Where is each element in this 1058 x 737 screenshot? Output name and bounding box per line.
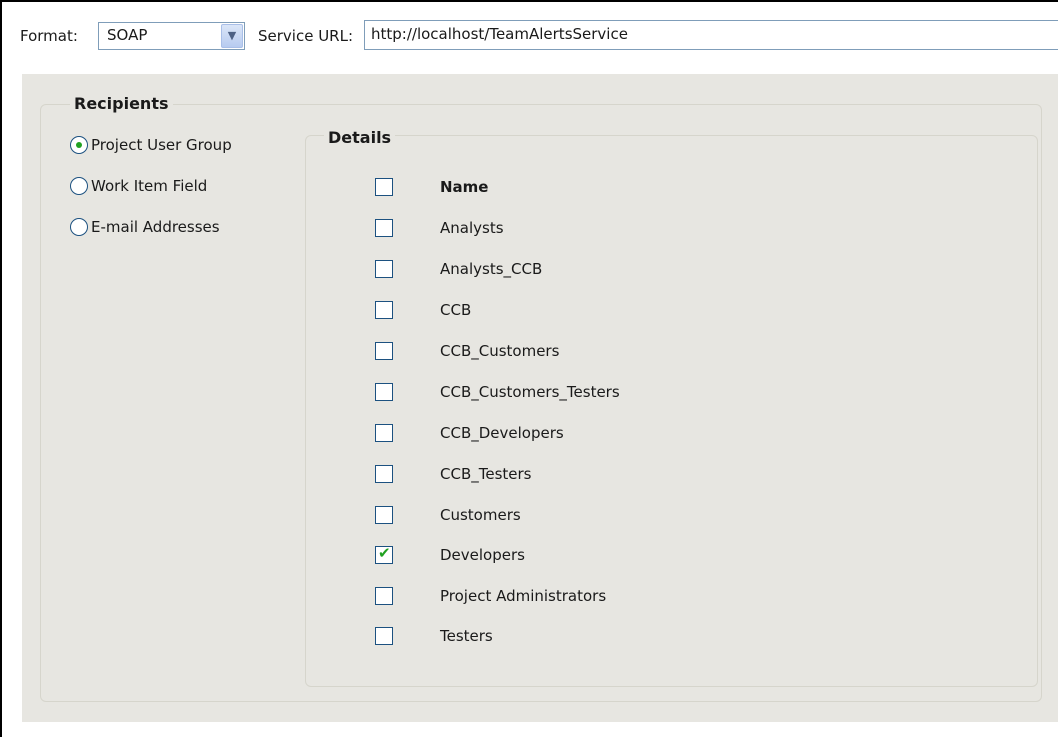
select-all-checkbox[interactable] — [375, 178, 393, 196]
item-label: CCB_Customers — [440, 342, 560, 360]
item-checkbox[interactable] — [375, 219, 393, 237]
item-label: Analysts — [440, 219, 504, 237]
item-label: Analysts_CCB — [440, 260, 543, 278]
radio-label: Work Item Field — [91, 177, 208, 195]
item-label: CCB_Customers_Testers — [440, 383, 620, 401]
list-item[interactable]: CCB_Developers — [375, 424, 564, 442]
service-url-value: http://localhost/TeamAlertsService — [371, 25, 628, 43]
format-label: Format: — [20, 27, 78, 45]
chevron-down-icon[interactable]: ▼ — [221, 24, 243, 48]
item-checkbox[interactable] — [375, 383, 393, 401]
list-item[interactable]: Testers — [375, 627, 493, 645]
alert-settings-window: Format: SOAP ▼ Service URL: http://local… — [0, 0, 1058, 737]
radio-button[interactable] — [70, 177, 88, 195]
item-checkbox[interactable] — [375, 506, 393, 524]
item-checkbox-checked[interactable]: ✔ — [375, 544, 393, 564]
list-item[interactable]: Customers — [375, 506, 521, 524]
item-label: Developers — [440, 546, 525, 564]
service-url-label: Service URL: — [258, 27, 354, 45]
list-item[interactable]: Project Administrators — [375, 587, 606, 605]
list-item[interactable]: CCB — [375, 301, 471, 319]
list-item[interactable]: Analysts — [375, 219, 504, 237]
radio-work-item-field[interactable]: Work Item Field — [70, 177, 207, 195]
list-item[interactable]: Analysts_CCB — [375, 260, 542, 278]
item-label: Customers — [440, 506, 521, 524]
item-label: Project Administrators — [440, 587, 607, 605]
list-item[interactable]: CCB_Customers — [375, 342, 559, 360]
select-all-row[interactable]: Name — [375, 178, 488, 196]
name-column-header: Name — [440, 178, 489, 196]
main-panel: Recipients Project User Group Work Item … — [22, 74, 1058, 722]
item-checkbox[interactable] — [375, 465, 393, 483]
checkmark-icon: ✔ — [378, 544, 391, 562]
list-item[interactable]: CCB_Testers — [375, 465, 532, 483]
item-checkbox[interactable] — [375, 627, 393, 645]
radio-button-selected[interactable] — [70, 136, 88, 154]
item-label: CCB_Testers — [440, 465, 532, 483]
item-checkbox[interactable] — [375, 342, 393, 360]
radio-label: E-mail Addresses — [91, 218, 220, 236]
item-checkbox[interactable] — [375, 424, 393, 442]
recipients-title: Recipients — [70, 94, 173, 113]
list-item[interactable]: ✔ Developers — [375, 544, 525, 564]
radio-project-user-group[interactable]: Project User Group — [70, 136, 232, 154]
radio-button[interactable] — [70, 218, 88, 236]
item-label: CCB_Developers — [440, 424, 564, 442]
item-checkbox[interactable] — [375, 301, 393, 319]
radio-label: Project User Group — [91, 136, 232, 154]
format-select[interactable]: SOAP ▼ — [98, 22, 245, 50]
item-checkbox[interactable] — [375, 260, 393, 278]
details-title: Details — [324, 128, 396, 147]
item-checkbox[interactable] — [375, 587, 393, 605]
service-url-input[interactable]: http://localhost/TeamAlertsService — [364, 20, 1058, 50]
list-item[interactable]: CCB_Customers_Testers — [375, 383, 620, 401]
radio-email-addresses[interactable]: E-mail Addresses — [70, 218, 220, 236]
format-select-value: SOAP — [107, 26, 148, 44]
item-label: Testers — [440, 627, 493, 645]
item-label: CCB — [440, 301, 472, 319]
top-bar: Format: SOAP ▼ Service URL: http://local… — [2, 2, 1058, 74]
